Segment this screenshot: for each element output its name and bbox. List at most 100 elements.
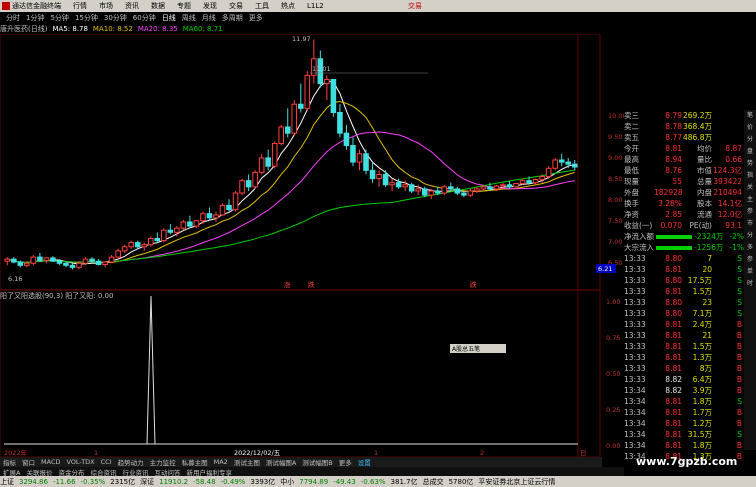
index-amount: 2315亿 (110, 477, 136, 486)
menu-item-1[interactable]: 市场 (99, 2, 113, 10)
bottom-tab-4[interactable]: 行业资讯 (122, 467, 148, 477)
sidebar-item[interactable]: 单 (744, 266, 756, 275)
stat-label: 均价 (697, 144, 712, 153)
period-tab-9[interactable]: 多周期 (222, 13, 243, 23)
sidebar-item[interactable]: 分 (744, 134, 756, 143)
indicator-tab-9[interactable]: 测试主图 (234, 457, 260, 467)
indicator-tab-3[interactable]: VOL-TDX (66, 458, 94, 466)
indicator-tab-13[interactable]: 设置 (358, 457, 371, 467)
menu-item-8[interactable]: 热点 (281, 2, 295, 10)
candle (50, 257, 56, 262)
sidebar-item[interactable]: 势 (744, 158, 756, 167)
candle (474, 188, 480, 192)
bottom-tab-2[interactable]: 资金分布 (58, 467, 84, 477)
index-name[interactable]: 上证 (0, 477, 14, 487)
menu-item-0[interactable]: 行情 (73, 2, 87, 10)
tick-row: 13:33 8.81 1.3万 B (624, 352, 744, 363)
indicator-tab-2[interactable]: MACD (41, 458, 60, 466)
stat-value: 8.87 (725, 144, 742, 153)
indicator-tab-5[interactable]: 趋势动力 (118, 457, 144, 467)
period-tab-3[interactable]: 15分钟 (75, 13, 98, 23)
sidebar-item[interactable]: 指 (744, 170, 756, 179)
candle (493, 185, 500, 190)
menu-item-5[interactable]: 发现 (203, 2, 217, 10)
bottom-tab-5[interactable]: 互动问答 (154, 467, 180, 477)
kline-chart[interactable]: 11.9711.016.1610.009.509.008.508.007.507… (0, 34, 624, 457)
period-tab-7[interactable]: 周线 (182, 13, 196, 23)
indicator-tab-1[interactable]: 窗口 (22, 457, 35, 467)
menu-item-6[interactable]: 交易 (229, 2, 243, 10)
bottom-tab-3[interactable]: 综合资讯 (90, 467, 116, 477)
indicator-tab-6[interactable]: 主力监控 (150, 457, 176, 467)
trade-button[interactable]: 交易 (408, 1, 422, 11)
period-tab-5[interactable]: 60分钟 (133, 13, 156, 23)
candle (154, 237, 161, 242)
flow-row: 净流入额 -2324万 -2% (624, 231, 744, 242)
tick-side: B (736, 375, 742, 384)
period-tab-1[interactable]: 1分钟 (26, 13, 44, 23)
index-pct: -0.49% (220, 477, 246, 486)
ma-legend: 唐升医药(日线) MA5: 8.78 MA10: 8.52 MA20: 8.35 MA… (0, 24, 228, 34)
stat-row: 外盘 182928 内盘 210494 (624, 187, 744, 198)
tick-time: 13:33 (624, 287, 646, 296)
period-tab-4[interactable]: 30分钟 (104, 13, 127, 23)
indicator-tab-10[interactable]: 测试幅图A (266, 457, 296, 467)
bottom-tab-0[interactable]: 扩展A (3, 467, 20, 477)
candle (102, 261, 108, 266)
candle (17, 261, 24, 266)
index-pct: -0.35% (80, 477, 106, 486)
sidebar-item[interactable]: 盘 (744, 146, 756, 155)
period-tab-8[interactable]: 月线 (202, 13, 216, 23)
sidebar-item[interactable]: 分 (744, 230, 756, 239)
menu-item-9[interactable]: L1L2 (307, 2, 324, 10)
stat-row: 净资 2.85 流通 12.0亿 (624, 209, 744, 220)
candle (408, 184, 415, 192)
menu-item-3[interactable]: 数据 (151, 2, 165, 10)
menu-item-7[interactable]: 工具 (255, 2, 269, 10)
sidebar-item[interactable]: 主 (744, 194, 756, 203)
stock-popup-button[interactable]: A股总五笔 (450, 344, 506, 353)
sidebar-item[interactable]: 关 (744, 182, 756, 191)
indicator-tab-0[interactable]: 指标 (3, 457, 16, 467)
menu-item-4[interactable]: 专题 (177, 2, 191, 10)
bottom-tab-6[interactable]: 新用户福利专享 (186, 467, 232, 477)
stat-value: 14.1亿 (717, 199, 742, 208)
candle (200, 213, 206, 222)
stat-value: 93.1 (725, 221, 742, 230)
period-tab-0[interactable]: 分时 (6, 13, 20, 23)
indicator-tab-8[interactable]: MA2 (214, 458, 228, 466)
indicator-tab-12[interactable]: 更多 (339, 457, 352, 467)
sidebar-item[interactable]: 时 (744, 278, 756, 287)
menu-item-2[interactable]: 资讯 (125, 2, 139, 10)
stat-label: 股本 (697, 199, 712, 208)
indicator-tab-7[interactable]: 私募主图 (182, 457, 208, 467)
sidebar-item[interactable]: 多 (744, 242, 756, 251)
sidebar-item[interactable]: 价 (744, 122, 756, 131)
index-name[interactable]: 中小 (280, 477, 294, 487)
date-tick: 2 (480, 449, 484, 457)
tick-volume: 1.2万 (692, 419, 712, 428)
flow-bar (656, 234, 693, 239)
flow-value: -2324万 (694, 232, 724, 241)
sidebar-item[interactable]: 参 (744, 254, 756, 263)
period-tab-6[interactable]: 日线 (162, 13, 176, 23)
tick-price: 8.81 (665, 419, 682, 428)
sidebar-item[interactable]: 笔 (744, 110, 756, 119)
bottom-tab-1[interactable]: 关联报价 (26, 467, 52, 477)
sidebar-item[interactable]: 市 (744, 218, 756, 227)
candle (552, 159, 558, 169)
index-name[interactable]: 深证 (140, 477, 154, 487)
tick-volume: 2.4万 (692, 320, 712, 329)
tick-row: 13:33 8.81 2.4万 B (624, 319, 744, 330)
order-label: 卖五 (624, 133, 639, 142)
sidebar-item[interactable]: 参 (744, 206, 756, 215)
period-tab-10[interactable]: 更多 (249, 13, 263, 23)
candle (389, 182, 395, 186)
popup-label: A股总五笔 (452, 346, 481, 353)
stat-label: 市值 (697, 166, 712, 175)
indicator-tick: 0.00 (606, 442, 620, 450)
indicator-tab-4[interactable]: CCI (101, 458, 112, 466)
period-tab-2[interactable]: 5分钟 (50, 13, 68, 23)
indicator-tab-11[interactable]: 测试幅图B (302, 457, 332, 467)
candle (500, 184, 506, 187)
